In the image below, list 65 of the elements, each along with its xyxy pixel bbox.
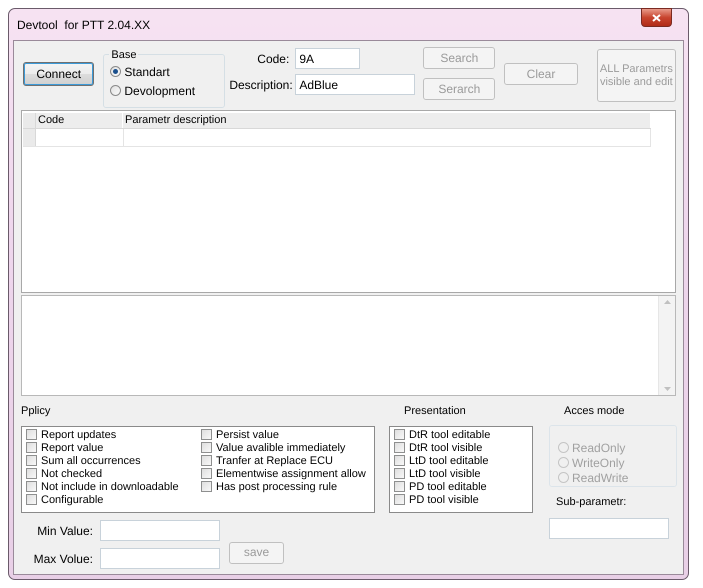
checkbox-label: Tranfer at Replace ECU <box>216 454 333 466</box>
section-label: Presentation <box>404 404 467 418</box>
checkbox[interactable] <box>201 429 212 440</box>
checkbox-label: Report updates <box>41 428 116 440</box>
field-label: Description: <box>229 78 290 92</box>
checkbox-label: Sum all occurrences <box>41 454 141 466</box>
checkbox[interactable] <box>26 442 37 453</box>
checkbox-label: Report value <box>41 442 104 454</box>
checkbox-label: Not checked <box>41 468 102 480</box>
radio-label: ReadWrite <box>572 470 628 484</box>
code-field[interactable]: 9A <box>295 48 360 69</box>
checkbox-label: LtD tool visible <box>409 468 481 480</box>
field-label: Code: <box>256 52 290 66</box>
close-button[interactable] <box>641 8 672 27</box>
checkbox[interactable] <box>394 429 405 440</box>
group-label: Base <box>109 49 138 61</box>
text-area[interactable] <box>21 295 676 396</box>
field-label: Sub-parametr: <box>556 496 628 508</box>
min-value-field[interactable] <box>100 520 220 541</box>
column-header[interactable]: Parametr description <box>123 113 651 128</box>
connect-button[interactable]: Connect <box>23 62 94 86</box>
checkbox[interactable] <box>201 481 212 492</box>
checkbox-label: PD tool visible <box>409 494 479 506</box>
checkbox[interactable] <box>26 494 37 505</box>
section-label: Acces mode <box>564 404 626 418</box>
checkbox-label: PD tool editable <box>409 480 487 492</box>
checkbox[interactable] <box>394 455 405 466</box>
radio-label: WriteOnly <box>572 456 624 470</box>
checkbox-label: Has post processing rule <box>216 480 338 492</box>
radio-label: ReadOnly <box>572 440 626 454</box>
checkbox-label: LtD tool editable <box>409 454 488 466</box>
down-arrow-icon <box>664 387 670 391</box>
checkbox[interactable] <box>26 481 37 492</box>
checkbox-label: Not include in downloadable <box>41 480 179 492</box>
scrollbar[interactable] <box>658 296 675 395</box>
radio-label: Standart <box>124 64 170 78</box>
field-label: Min Value: <box>36 524 93 538</box>
checkbox[interactable] <box>394 494 405 505</box>
checkbox-label: Persist value <box>216 428 279 440</box>
checkbox-label: DtR tool visible <box>409 442 482 454</box>
radio-label: Devolopment <box>124 84 196 98</box>
checkbox-label: Value avalible immediately <box>216 442 346 454</box>
radio-button[interactable] <box>110 66 122 77</box>
checkbox-label: DtR tool editable <box>409 428 490 440</box>
up-arrow-icon <box>664 300 670 304</box>
checkbox[interactable] <box>201 468 212 479</box>
max-value-field[interactable] <box>100 548 220 569</box>
column-header[interactable]: Code <box>36 113 123 128</box>
checkbox[interactable] <box>26 429 37 440</box>
sub-parameter-field[interactable] <box>549 518 669 539</box>
checkbox-label: Elementwise assignment allow <box>216 468 366 480</box>
checkbox[interactable] <box>394 468 405 479</box>
close-icon <box>652 14 661 22</box>
description-field[interactable]: AdBlue <box>295 74 416 95</box>
checkbox[interactable] <box>394 442 405 453</box>
radio-button[interactable] <box>110 85 122 96</box>
window-title: Devtool for PTT 2.04.XX <box>17 18 150 32</box>
field-label: Max Volue: <box>32 552 93 566</box>
checkbox[interactable] <box>394 481 405 492</box>
checkbox[interactable] <box>201 442 212 453</box>
checkbox[interactable] <box>201 455 212 466</box>
checkbox[interactable] <box>26 468 37 479</box>
checkbox-label: Configurable <box>41 494 104 506</box>
checkbox[interactable] <box>26 455 37 466</box>
section-label: Pplicy <box>21 404 52 418</box>
